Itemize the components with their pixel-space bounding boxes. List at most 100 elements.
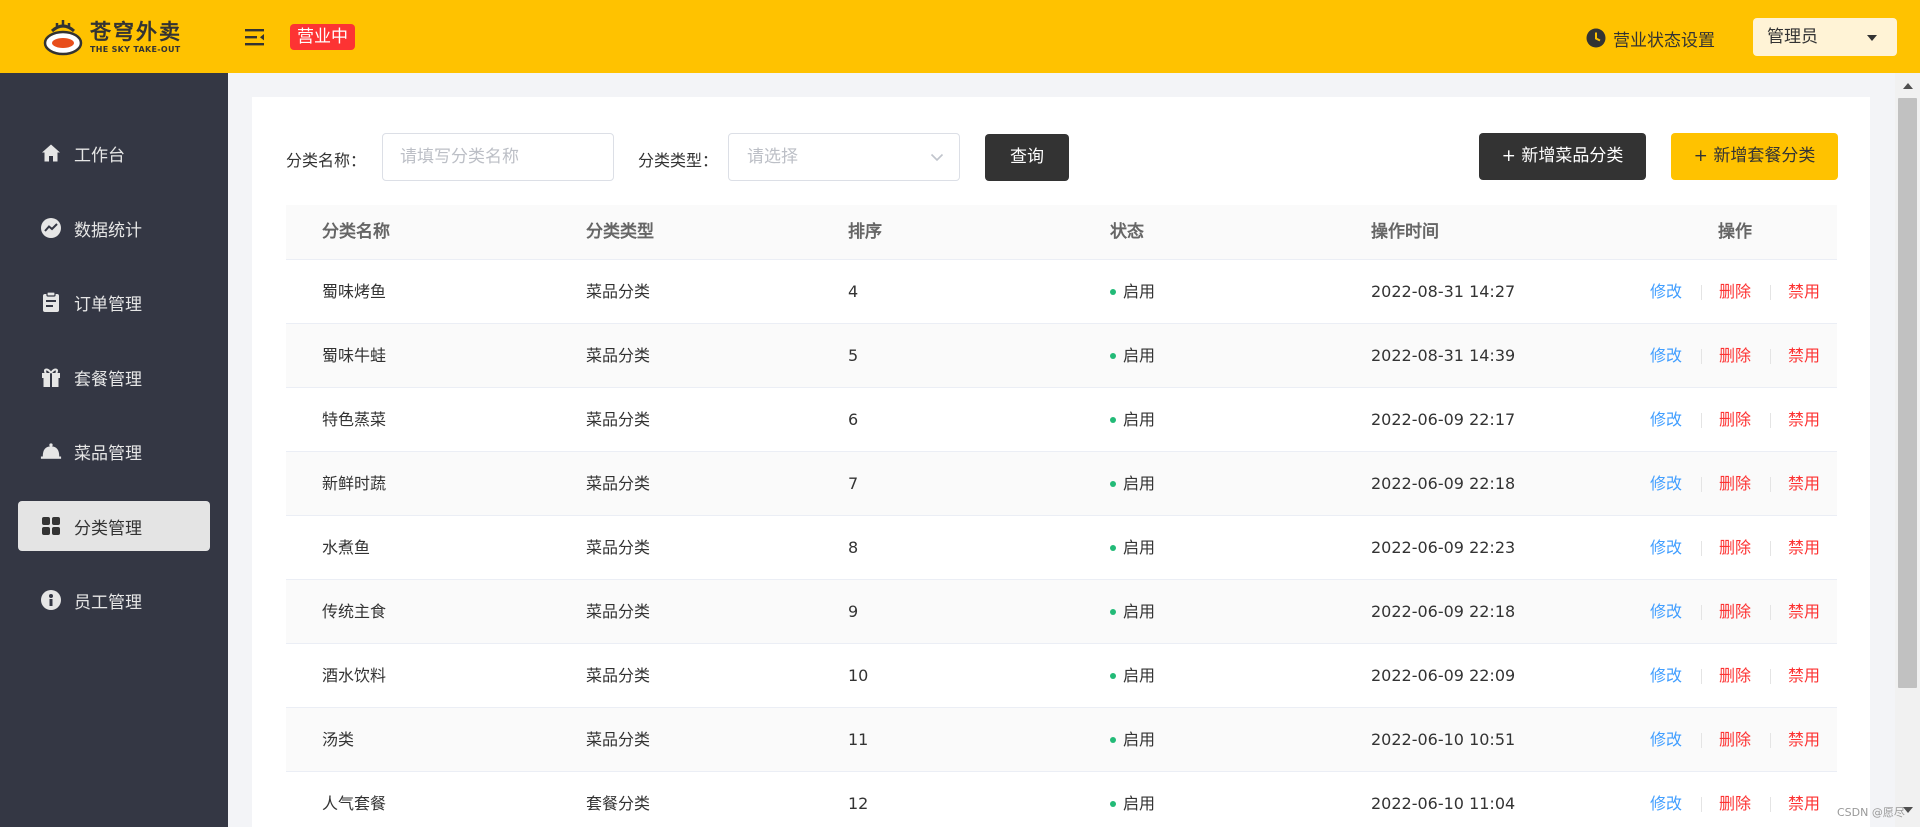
sidebar-item-statistics[interactable]: 数据统计 xyxy=(18,203,210,253)
logo-title: 苍穹外卖 xyxy=(90,20,182,44)
delete-link[interactable]: 删除 xyxy=(1719,452,1751,516)
delete-link[interactable]: 删除 xyxy=(1719,644,1751,708)
caret-down-icon xyxy=(1867,35,1877,41)
disable-link[interactable]: 禁用 xyxy=(1788,708,1820,772)
category-type-cell: 菜品分类 xyxy=(586,602,651,621)
edit-link[interactable]: 修改 xyxy=(1650,388,1682,452)
action-divider xyxy=(1701,285,1702,300)
category-type-cell: 菜品分类 xyxy=(586,474,651,493)
column-header-status: 状态 xyxy=(1110,222,1144,242)
status-cell: 启用 xyxy=(1110,708,1155,772)
status-text: 启用 xyxy=(1123,538,1156,557)
action-divider xyxy=(1701,733,1702,748)
disable-link[interactable]: 禁用 xyxy=(1788,580,1820,644)
sidebar-item-categories[interactable]: 分类管理 xyxy=(18,501,210,551)
category-table: 分类名称 分类类型 排序 状态 操作时间 操作 蜀味烤鱼 菜品分类 4 启用 2022-… xyxy=(286,205,1837,827)
delete-link[interactable]: 删除 xyxy=(1719,260,1751,324)
action-divider xyxy=(1770,541,1771,556)
edit-link[interactable]: 修改 xyxy=(1650,708,1682,772)
category-type-label: 分类类型： xyxy=(638,151,719,170)
sort-cell: 8 xyxy=(848,538,859,557)
category-name-cell: 新鲜时蔬 xyxy=(322,474,387,493)
clipboard-icon xyxy=(40,291,62,313)
category-type-select[interactable]: 请选择 xyxy=(728,133,960,181)
sidebar-item-workbench[interactable]: 工作台 xyxy=(18,128,210,178)
sidebar-item-combos[interactable]: 套餐管理 xyxy=(18,352,210,402)
delete-link[interactable]: 删除 xyxy=(1719,388,1751,452)
disable-link[interactable]: 禁用 xyxy=(1788,772,1820,827)
status-text: 启用 xyxy=(1123,346,1156,365)
category-type-cell: 菜品分类 xyxy=(586,282,651,301)
category-name-input[interactable] xyxy=(382,133,614,181)
scroll-up-icon[interactable] xyxy=(1903,83,1913,89)
sidebar-item-label: 订单管理 xyxy=(74,294,142,315)
delete-link[interactable]: 删除 xyxy=(1719,708,1751,772)
status-text: 启用 xyxy=(1123,666,1156,685)
disable-link[interactable]: 禁用 xyxy=(1788,388,1820,452)
disable-link[interactable]: 禁用 xyxy=(1788,452,1820,516)
update-time-cell: 2022-06-10 10:51 xyxy=(1371,730,1516,749)
update-time-cell: 2022-08-31 14:27 xyxy=(1371,282,1516,301)
sidebar-item-employees[interactable]: 员工管理 xyxy=(18,575,210,625)
category-name-cell: 水煮鱼 xyxy=(322,538,371,557)
menu-collapse-icon[interactable] xyxy=(244,27,266,47)
edit-link[interactable]: 修改 xyxy=(1650,644,1682,708)
edit-link[interactable]: 修改 xyxy=(1650,452,1682,516)
action-divider xyxy=(1770,477,1771,492)
edit-link[interactable]: 修改 xyxy=(1650,516,1682,580)
category-type-cell: 菜品分类 xyxy=(586,538,651,557)
action-divider xyxy=(1770,413,1771,428)
sidebar-item-label: 套餐管理 xyxy=(74,369,142,390)
edit-link[interactable]: 修改 xyxy=(1650,324,1682,388)
sort-cell: 5 xyxy=(848,346,859,365)
delete-link[interactable]: 删除 xyxy=(1719,516,1751,580)
edit-link[interactable]: 修改 xyxy=(1650,772,1682,827)
status-dot-icon xyxy=(1110,673,1116,679)
status-cell: 启用 xyxy=(1110,772,1155,827)
column-header-type: 分类类型 xyxy=(586,222,654,242)
category-type-cell: 菜品分类 xyxy=(586,666,651,685)
delete-link[interactable]: 删除 xyxy=(1719,324,1751,388)
query-button[interactable]: 查询 xyxy=(985,134,1069,181)
table-row: 蜀味牛蛙 菜品分类 5 启用 2022-08-31 14:39 修改 删除 禁用 xyxy=(286,324,1837,388)
dish-cover-icon xyxy=(40,440,62,462)
category-name-cell: 酒水饮料 xyxy=(322,666,387,685)
sort-cell: 10 xyxy=(848,666,869,685)
top-header: 苍穹外卖 THE SKY TAKE-OUT 营业中 营业状态设置 管理员 xyxy=(0,0,1920,73)
status-cell: 启用 xyxy=(1110,324,1155,388)
status-dot-icon xyxy=(1110,289,1116,295)
page-scrollbar[interactable] xyxy=(1895,73,1920,827)
edit-link[interactable]: 修改 xyxy=(1650,260,1682,324)
user-dropdown[interactable]: 管理员 xyxy=(1753,18,1897,56)
edit-link[interactable]: 修改 xyxy=(1650,580,1682,644)
scrollbar-thumb[interactable] xyxy=(1898,98,1917,688)
sidebar-item-orders[interactable]: 订单管理 xyxy=(18,277,210,327)
category-type-cell: 套餐分类 xyxy=(586,794,651,813)
category-name-cell: 汤类 xyxy=(322,730,355,749)
table-row: 传统主食 菜品分类 9 启用 2022-06-09 22:18 修改 删除 禁用 xyxy=(286,580,1837,644)
update-time-cell: 2022-06-10 11:04 xyxy=(1371,794,1516,813)
update-time-cell: 2022-06-09 22:09 xyxy=(1371,666,1516,685)
sort-cell: 9 xyxy=(848,602,859,621)
delete-link[interactable]: 删除 xyxy=(1719,580,1751,644)
category-type-cell: 菜品分类 xyxy=(586,346,651,365)
update-time-cell: 2022-06-09 22:17 xyxy=(1371,410,1516,429)
add-combo-category-button[interactable]: + 新增套餐分类 xyxy=(1671,133,1838,180)
delete-link[interactable]: 删除 xyxy=(1719,772,1751,827)
disable-link[interactable]: 禁用 xyxy=(1788,324,1820,388)
disable-link[interactable]: 禁用 xyxy=(1788,260,1820,324)
sidebar-item-label: 员工管理 xyxy=(74,592,142,613)
table-row: 新鲜时蔬 菜品分类 7 启用 2022-06-09 22:18 修改 删除 禁用 xyxy=(286,452,1837,516)
status-cell: 启用 xyxy=(1110,516,1155,580)
sidebar: 工作台 数据统计 订单管理 套餐管理 菜品管理 分类管理 员工管理 xyxy=(0,73,228,827)
add-dish-category-button[interactable]: + 新增菜品分类 xyxy=(1479,133,1646,180)
status-text: 启用 xyxy=(1123,282,1156,301)
disable-link[interactable]: 禁用 xyxy=(1788,516,1820,580)
category-name-label: 分类名称： xyxy=(286,151,367,170)
status-cell: 启用 xyxy=(1110,580,1155,644)
app-logo[interactable]: 苍穹外卖 THE SKY TAKE-OUT xyxy=(42,18,192,58)
sidebar-item-dishes[interactable]: 菜品管理 xyxy=(18,426,210,476)
status-setting-button[interactable]: 营业状态设置 xyxy=(1586,26,1715,51)
disable-link[interactable]: 禁用 xyxy=(1788,644,1820,708)
category-name-cell: 蜀味烤鱼 xyxy=(322,282,387,301)
